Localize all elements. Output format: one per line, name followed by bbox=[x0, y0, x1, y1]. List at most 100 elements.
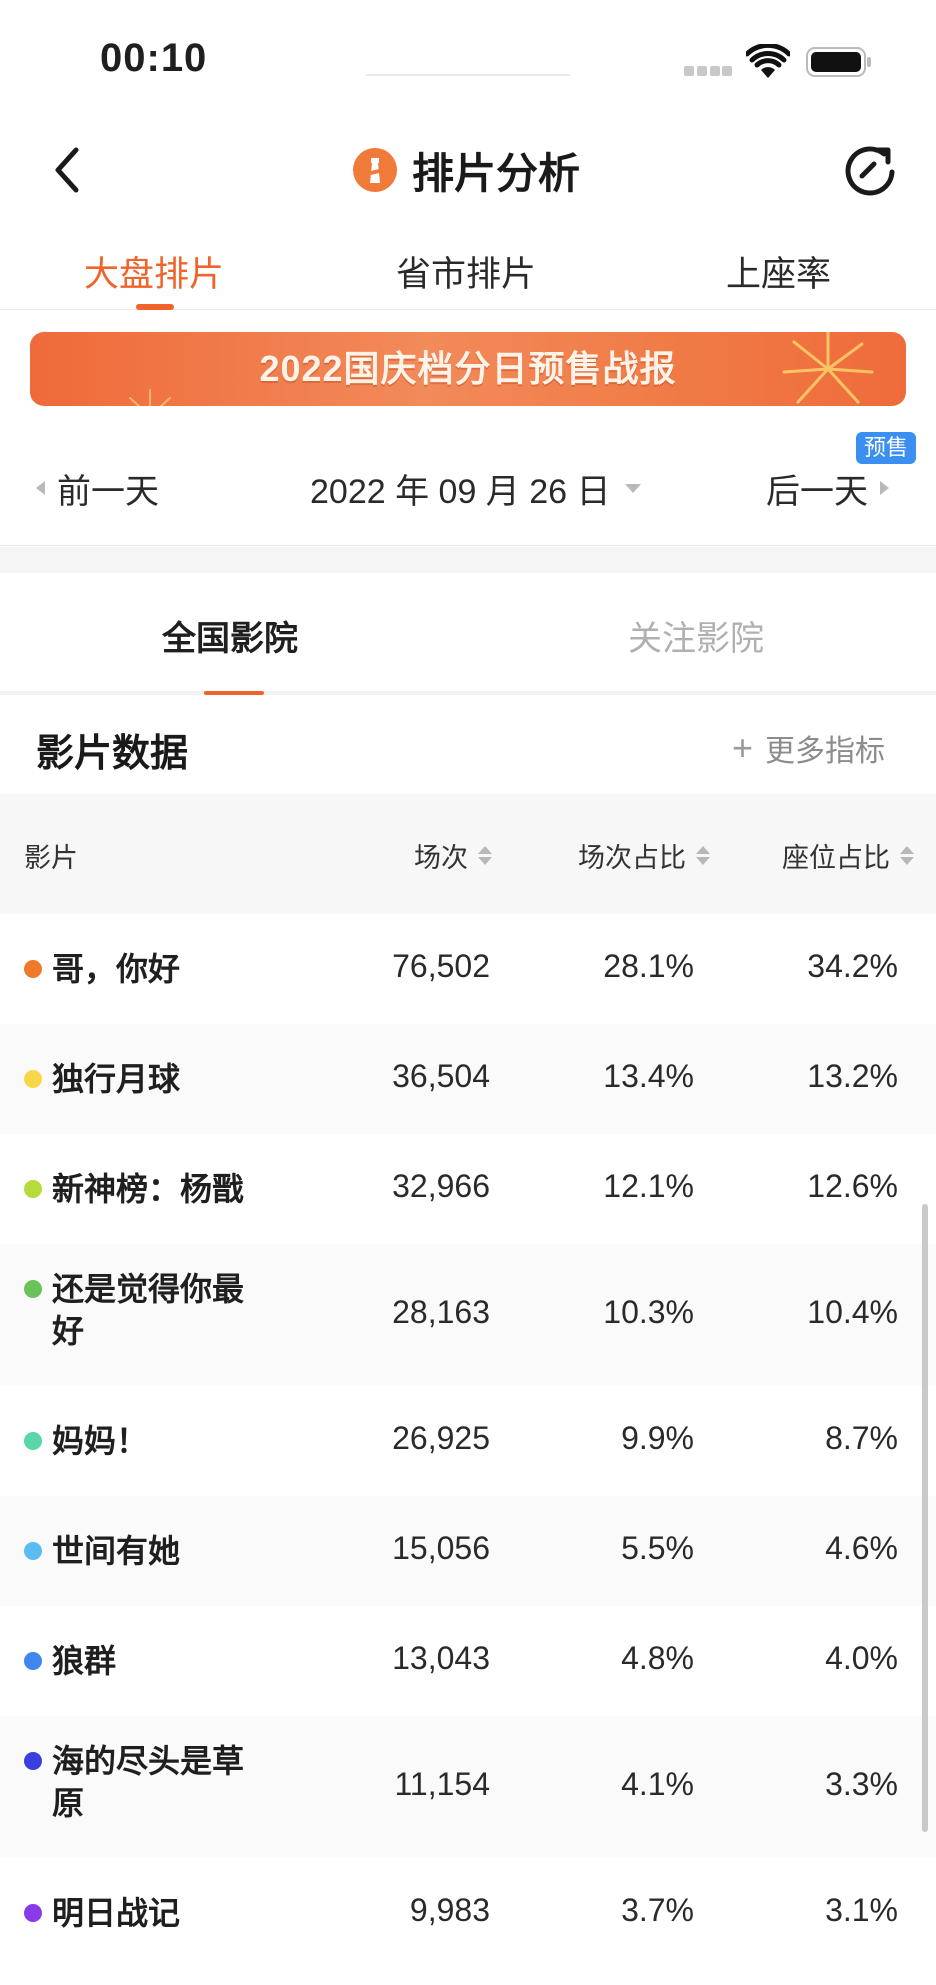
film-color-dot bbox=[24, 1070, 42, 1088]
nav-bar: 排片分析 bbox=[0, 120, 936, 220]
sort-icon bbox=[478, 846, 492, 865]
tab-followed-cinemas[interactable]: 关注影院 bbox=[628, 611, 764, 660]
table-row[interactable]: 世间有她 15,056 5.5% 4.6% bbox=[0, 1496, 936, 1606]
table-header: 影片 场次 场次占比 座位占比 bbox=[0, 794, 936, 914]
film-name: 狼群 bbox=[52, 1643, 117, 1679]
film-name: 明日战记 bbox=[52, 1895, 181, 1931]
table-body: 哥，你好 76,502 28.1% 34.2% 独行月球 36,504 13.4… bbox=[0, 914, 936, 1968]
more-metrics-button[interactable]: + 更多指标 bbox=[732, 727, 886, 769]
promo-banner[interactable]: 2022国庆档分日预售战报 bbox=[30, 332, 906, 406]
selected-date: 2022 年 09 月 26 日 bbox=[310, 472, 611, 511]
table-row[interactable]: 狼群 13,043 4.8% 4.0% bbox=[0, 1606, 936, 1716]
lighthouse-logo-icon bbox=[353, 148, 397, 192]
film-name: 还是觉得你最好 bbox=[52, 1271, 245, 1349]
seat-ratio-value: 13.2% bbox=[807, 1058, 898, 1094]
section-title: 影片数据 bbox=[36, 733, 189, 775]
sessions-value: 28,163 bbox=[392, 1294, 490, 1330]
film-name: 新神榜：杨戬 bbox=[52, 1171, 245, 1207]
more-metrics-label: 更多指标 bbox=[765, 735, 886, 768]
tab-national-cinemas[interactable]: 全国影院 bbox=[162, 611, 298, 660]
tab-occupancy[interactable]: 上座率 bbox=[726, 246, 831, 297]
table-row[interactable]: 妈妈！ 26,925 9.9% 8.7% bbox=[0, 1386, 936, 1496]
film-name: 世间有她 bbox=[52, 1533, 181, 1569]
film-color-dot bbox=[24, 960, 42, 978]
header-seat-ratio[interactable]: 座位占比 bbox=[782, 836, 914, 875]
tab-province-schedule[interactable]: 省市排片 bbox=[396, 246, 536, 297]
table-row[interactable]: 哥，你好 76,502 28.1% 34.2% bbox=[0, 914, 936, 1024]
header-sessions[interactable]: 场次 bbox=[414, 836, 492, 875]
table-row[interactable]: 独行月球 36,504 13.4% 13.2% bbox=[0, 1024, 936, 1134]
sessions-value: 32,966 bbox=[392, 1168, 490, 1204]
table-row[interactable]: 还是觉得你最好 28,163 10.3% 10.4% bbox=[0, 1244, 936, 1386]
nav-title-group: 排片分析 bbox=[352, 142, 580, 198]
table-row[interactable]: 新神榜：杨戬 32,966 12.1% 12.6% bbox=[0, 1134, 936, 1244]
sessions-value: 15,056 bbox=[392, 1530, 490, 1566]
wifi-icon bbox=[746, 44, 790, 78]
seat-ratio-value: 3.1% bbox=[825, 1892, 898, 1928]
main-tabs: 大盘排片 省市排片 上座率 bbox=[0, 232, 936, 310]
film-color-dot bbox=[24, 1432, 42, 1450]
session-ratio-value: 10.3% bbox=[603, 1294, 694, 1330]
previous-day-label: 前一天 bbox=[57, 472, 159, 511]
sessions-value: 36,504 bbox=[392, 1058, 490, 1094]
seat-ratio-value: 3.3% bbox=[825, 1766, 898, 1802]
cinema-tabs: 全国影院 关注影院 bbox=[0, 573, 936, 695]
seat-ratio-value: 8.7% bbox=[825, 1420, 898, 1456]
film-name: 海的尽头是草原 bbox=[52, 1743, 245, 1821]
home-indicator bbox=[366, 74, 570, 76]
film-color-dot bbox=[24, 1542, 42, 1560]
status-bar: 00:10 bbox=[0, 0, 936, 120]
seat-ratio-value: 12.6% bbox=[807, 1168, 898, 1204]
caret-left-icon bbox=[36, 481, 45, 495]
session-ratio-value: 9.9% bbox=[621, 1420, 694, 1456]
presale-badge: 预售 bbox=[856, 432, 917, 464]
film-data-header: 影片数据 + 更多指标 bbox=[0, 700, 936, 794]
table-row[interactable]: 明日战记 9,983 3.7% 3.1% bbox=[0, 1858, 936, 1968]
caret-down-icon bbox=[624, 483, 641, 493]
status-time: 00:10 bbox=[100, 36, 208, 80]
previous-day-button[interactable]: 前一天 bbox=[36, 466, 159, 511]
caret-right-icon bbox=[880, 481, 889, 495]
next-day-label: 后一天 bbox=[766, 472, 868, 511]
date-navigator: 前一天 2022 年 09 月 26 日 预售 后一天 bbox=[0, 430, 936, 546]
film-color-dot bbox=[24, 1904, 42, 1922]
header-session-ratio[interactable]: 场次占比 bbox=[578, 836, 710, 875]
plus-icon: + bbox=[732, 727, 754, 768]
sort-icon bbox=[900, 846, 914, 865]
table-row[interactable]: 海的尽头是草原 11,154 4.1% 3.3% bbox=[0, 1716, 936, 1858]
seat-ratio-value: 10.4% bbox=[807, 1294, 898, 1330]
film-color-dot bbox=[24, 1280, 42, 1298]
header-session-ratio-label: 场次占比 bbox=[578, 843, 686, 873]
tab-market-schedule[interactable]: 大盘排片 bbox=[84, 246, 224, 297]
date-picker[interactable]: 2022 年 09 月 26 日 bbox=[310, 466, 641, 511]
next-day-button[interactable]: 后一天 bbox=[766, 466, 889, 511]
session-ratio-value: 5.5% bbox=[621, 1530, 694, 1566]
refresh-icon[interactable] bbox=[840, 140, 900, 200]
header-film-label: 影片 bbox=[24, 843, 78, 873]
session-ratio-value: 3.7% bbox=[621, 1892, 694, 1928]
session-ratio-value: 28.1% bbox=[603, 948, 694, 984]
banner-text: 2022国庆档分日预售战报 bbox=[259, 348, 677, 389]
session-ratio-value: 12.1% bbox=[603, 1168, 694, 1204]
battery-icon bbox=[806, 47, 871, 77]
film-color-dot bbox=[24, 1752, 42, 1770]
session-ratio-value: 4.8% bbox=[621, 1640, 694, 1676]
film-name: 独行月球 bbox=[52, 1061, 181, 1097]
film-color-dot bbox=[24, 1652, 42, 1670]
sessions-value: 9,983 bbox=[409, 1892, 490, 1928]
vertical-scrollbar[interactable] bbox=[922, 1204, 928, 1832]
back-arrow-icon[interactable] bbox=[46, 142, 90, 198]
sessions-value: 11,154 bbox=[394, 1766, 491, 1802]
seat-ratio-value: 4.6% bbox=[825, 1530, 898, 1566]
seat-ratio-value: 34.2% bbox=[807, 948, 898, 984]
header-sessions-label: 场次 bbox=[414, 843, 468, 873]
session-ratio-value: 13.4% bbox=[603, 1058, 694, 1094]
session-ratio-value: 4.1% bbox=[621, 1766, 694, 1802]
film-name: 哥，你好 bbox=[52, 951, 181, 987]
film-table: 影片 场次 场次占比 座位占比 哥，你好 76,502 28.1% 34.2% … bbox=[0, 794, 936, 1968]
film-name: 妈妈！ bbox=[52, 1423, 149, 1459]
film-color-dot bbox=[24, 1180, 42, 1198]
sessions-value: 76,502 bbox=[392, 948, 490, 984]
sessions-value: 26,925 bbox=[392, 1420, 490, 1456]
active-tab-indicator bbox=[136, 304, 174, 310]
